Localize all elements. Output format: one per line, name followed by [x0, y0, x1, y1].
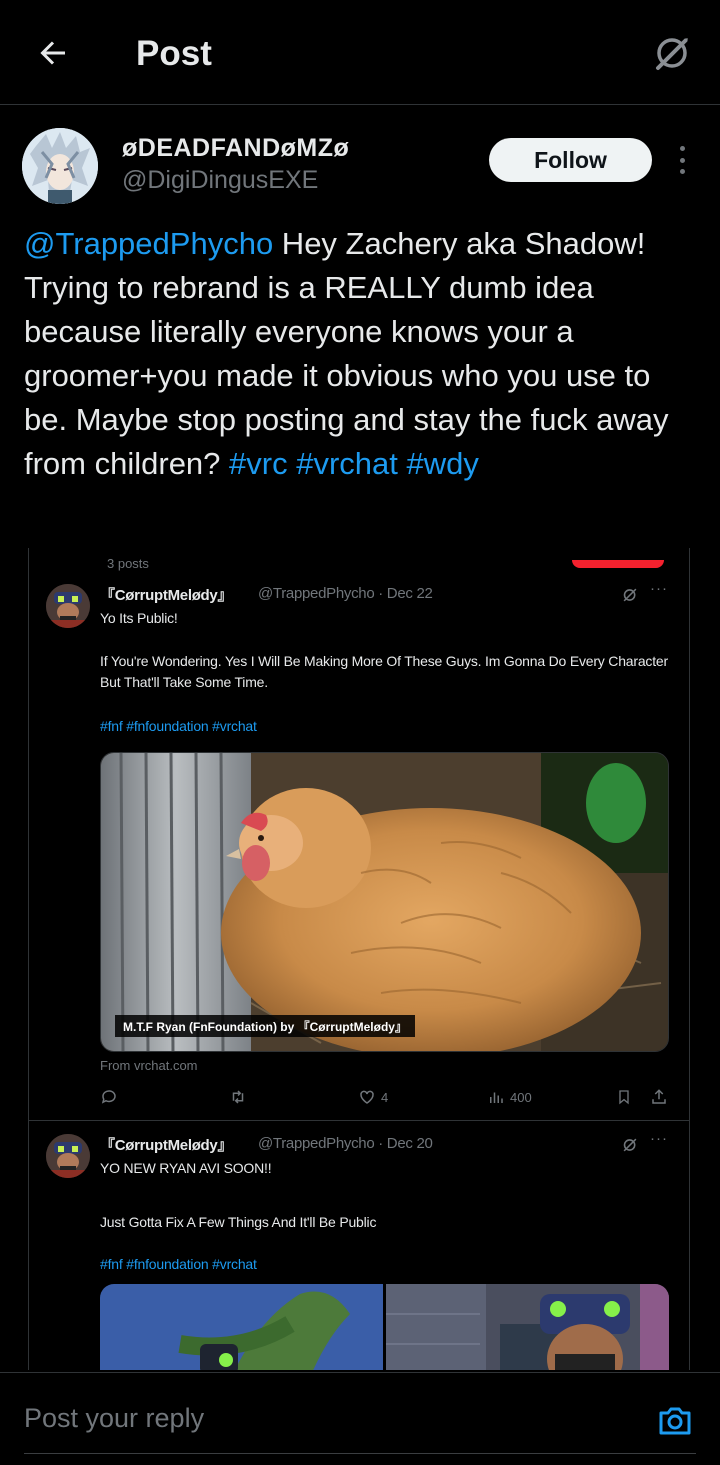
author-row: øDEADFANDøMZø @DigiDingusEXE Follow [0, 120, 720, 210]
cropped-red-button [572, 560, 664, 568]
camera-button[interactable] [655, 1401, 695, 1441]
embedded-handle-date: @TrappedPhycho · Dec 22 [258, 585, 433, 602]
grok-icon [656, 33, 693, 70]
embedded-display-name: 『CørruptMelødy』 [100, 1137, 233, 1154]
like-count: 4 [358, 1088, 388, 1106]
post-text: @TrappedPhycho Hey Zachery aka Shadow! T… [24, 222, 696, 486]
reply-input[interactable] [24, 1403, 624, 1434]
grok-icon [623, 1138, 637, 1152]
arrow-left-icon [40, 41, 65, 65]
author-display-name[interactable]: øDEADFANDøMZø [122, 134, 349, 163]
embedded-avatar [46, 584, 90, 628]
follow-button[interactable]: Follow [489, 138, 652, 182]
post-body: Hey Zachery aka Shadow! Trying to rebran… [24, 226, 669, 481]
page-title: Post [136, 34, 212, 73]
grok-button[interactable] [650, 30, 696, 76]
embedded-text-line1: YO NEW RYAN AVI SOON!! [100, 1160, 272, 1176]
heart-icon [360, 1090, 374, 1104]
bookmark-icon [616, 1088, 632, 1106]
image-caption: M.T.F Ryan (FnFoundation) by 『CørruptMel… [115, 1015, 415, 1037]
source-link: From vrchat.com [100, 1058, 198, 1073]
embedded-hashtags: #fnf #fnfoundation #vrchat [100, 718, 257, 734]
like-count-text: 4 [381, 1089, 389, 1105]
view-count: 400 [487, 1088, 532, 1106]
grok-icon [623, 588, 637, 602]
reply-icon [100, 1088, 118, 1106]
view-count-text: 400 [510, 1089, 532, 1105]
more-horizontal-icon: ··· [650, 1130, 668, 1147]
mention-link[interactable]: @TrappedPhycho [24, 226, 273, 261]
reply-underline [24, 1453, 696, 1454]
more-horizontal-icon: ··· [650, 580, 668, 597]
author-avatar[interactable] [22, 128, 98, 204]
embedded-handle-date: @TrappedPhycho · Dec 20 [258, 1135, 433, 1152]
attached-screenshot[interactable]: 3 posts 『CørruptMelødy』 @TrappedPhycho ·… [0, 548, 720, 1370]
embedded-text-line2: Just Gotta Fix A Few Things And It'll Be… [100, 1214, 377, 1230]
embedded-text-line2: If You're Wondering. Yes I Will Be Makin… [100, 653, 668, 690]
repost-icon [228, 1088, 248, 1106]
cropped-header-text: 3 posts [107, 556, 149, 571]
embedded-hashtags: #fnf #fnfoundation #vrchat [100, 1256, 257, 1272]
embedded-display-name: 『CørruptMelødy』 [100, 587, 233, 604]
embedded-image-grid [100, 1284, 669, 1370]
more-options-button[interactable] [670, 142, 694, 178]
back-button[interactable] [30, 30, 76, 76]
camera-icon [659, 1407, 691, 1435]
reply-bar [0, 1372, 720, 1465]
analytics-icon [490, 1092, 503, 1103]
embedded-avatar [46, 1134, 90, 1178]
embedded-post-2: 『CørruptMelødy』 @TrappedPhycho · Dec 20 … [28, 1126, 690, 1370]
more-vertical-icon [679, 146, 685, 151]
embedded-action-row: 4 400 [100, 1084, 680, 1114]
top-bar: Post [0, 0, 720, 105]
hashtag-links[interactable]: #vrc #vrchat #wdy [229, 446, 479, 481]
embedded-text-line1: Yo Its Public! [100, 610, 178, 626]
chicken-photo: M.T.F Ryan (FnFoundation) by 『CørruptMel… [100, 752, 669, 1052]
embedded-post-1: 『CørruptMelødy』 @TrappedPhycho · Dec 22 … [28, 576, 690, 1121]
author-handle[interactable]: @DigiDingusEXE [122, 166, 318, 195]
share-icon [650, 1088, 668, 1106]
